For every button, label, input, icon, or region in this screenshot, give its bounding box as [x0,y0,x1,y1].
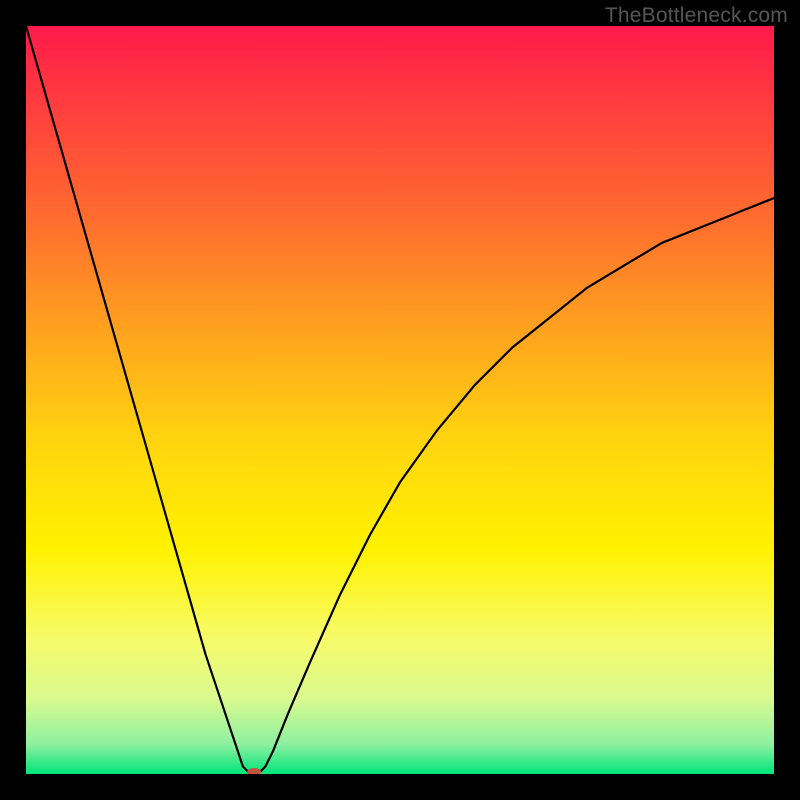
watermark-text: TheBottleneck.com [605,4,788,28]
bottleneck-chart [26,26,774,774]
chart-frame: TheBottleneck.com [0,0,800,800]
plot-area [26,26,774,774]
gradient-background [26,26,774,774]
